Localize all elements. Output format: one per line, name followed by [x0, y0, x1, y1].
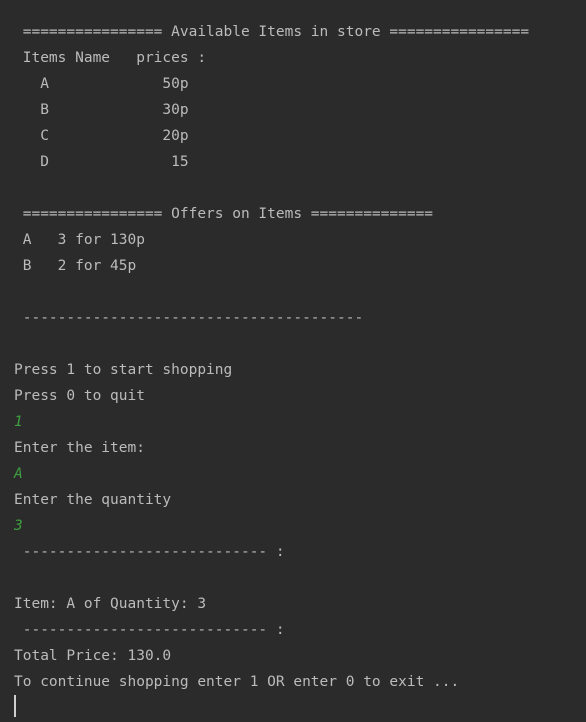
continue-prompt: To continue shopping enter 1 OR enter 0 …	[14, 674, 460, 690]
item-row-a: A 50p	[14, 76, 189, 92]
item-row-d: D 15	[14, 154, 189, 170]
user-input-choice: 1	[14, 414, 23, 430]
press-start-text: Press 1 to start shopping	[14, 362, 233, 378]
text-cursor[interactable]	[14, 695, 16, 717]
prompt-item: Enter the item:	[14, 440, 145, 456]
item-row-c: C 20p	[14, 128, 189, 144]
item-summary: Item: A of Quantity: 3	[14, 596, 207, 612]
offer-row-a: A 3 for 130p	[14, 232, 145, 248]
separator-line: ---------------------------------------	[14, 310, 364, 326]
short-separator-1: ---------------------------- :	[14, 544, 285, 560]
user-input-quantity: 3	[14, 518, 23, 534]
item-row-b: B 30p	[14, 102, 189, 118]
store-header: ================ Available Items in stor…	[14, 24, 530, 40]
press-quit-text: Press 0 to quit	[14, 388, 145, 404]
offers-header: ================ Offers on Items =======…	[14, 206, 434, 222]
total-price: Total Price: 130.0	[14, 648, 172, 664]
table-header: Items Name prices :	[14, 50, 207, 66]
prompt-quantity: Enter the quantity	[14, 492, 172, 508]
offer-row-b: B 2 for 45p	[14, 258, 137, 274]
short-separator-2: ---------------------------- :	[14, 622, 285, 638]
console-output: ================ Available Items in stor…	[0, 0, 586, 722]
user-input-item: A	[14, 466, 23, 482]
